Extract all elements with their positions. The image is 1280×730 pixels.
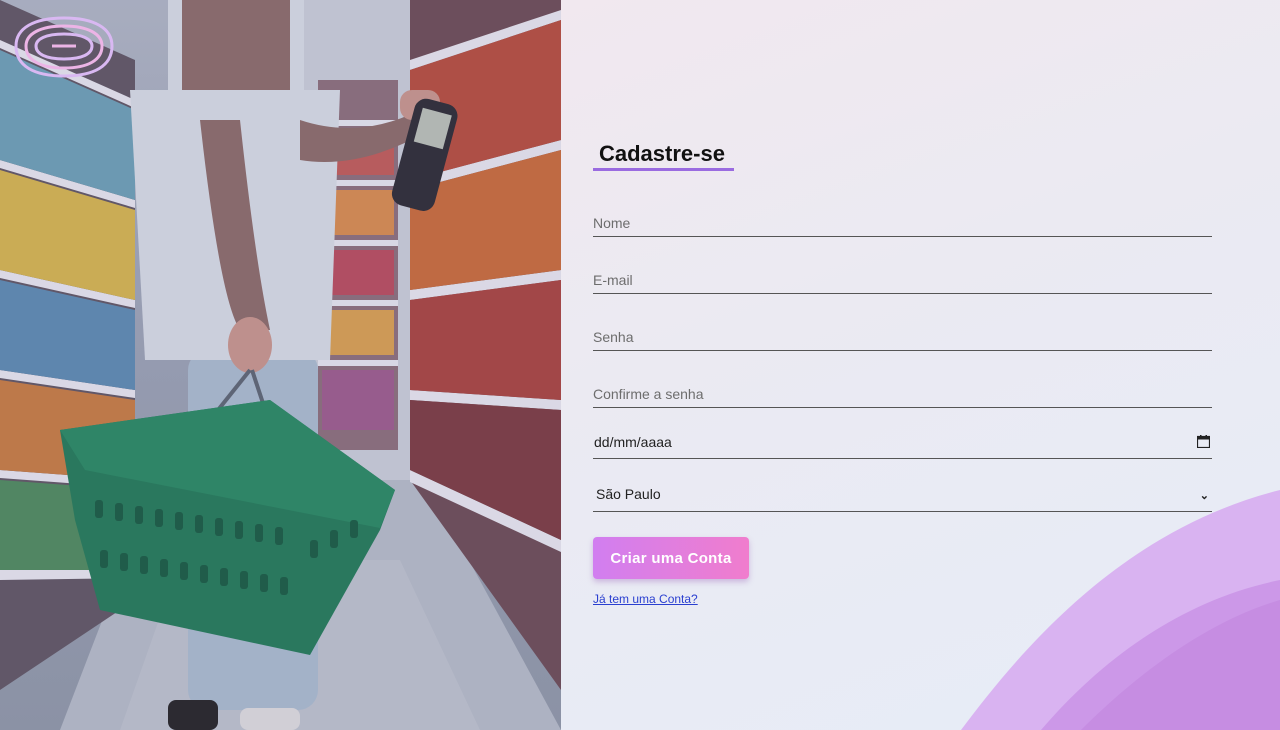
password-field [593,324,1212,351]
calendar-icon[interactable] [1197,435,1210,448]
state-select-value: São Paulo [596,486,661,502]
confirm-password-field [593,381,1212,408]
chevron-down-icon: ⌄ [1199,490,1209,502]
login-link[interactable]: Já tem uma Conta? [593,592,1212,606]
name-input[interactable] [593,210,1212,236]
email-field [593,267,1212,294]
create-account-button[interactable]: Criar uma Conta [593,537,749,579]
password-input[interactable] [593,324,1212,350]
spiral-logo-icon [12,12,116,82]
signup-form: Cadastre-se dd/mm/aaaa São Paulo ⌄ C [593,140,1212,606]
state-select[interactable]: São Paulo ⌄ [593,481,1212,512]
name-field [593,210,1212,237]
confirm-password-input[interactable] [593,381,1212,407]
hero-photo [0,0,561,730]
birthdate-input[interactable]: dd/mm/aaaa [593,430,1212,459]
signup-panel: Cadastre-se dd/mm/aaaa São Paulo ⌄ C [561,0,1280,730]
date-placeholder: dd/mm/aaaa [594,434,672,450]
page-title: Cadastre-se [593,140,734,171]
email-input[interactable] [593,267,1212,293]
